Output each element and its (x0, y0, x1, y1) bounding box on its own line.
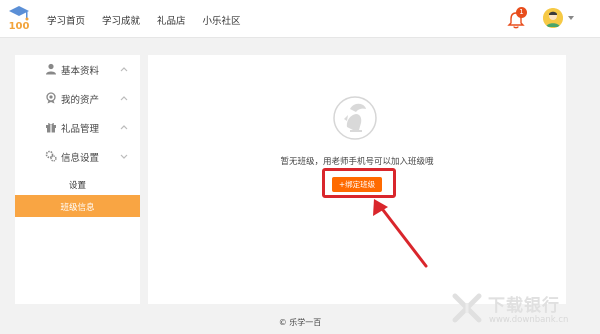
avatar-icon (543, 8, 563, 28)
gift-icon (46, 123, 56, 133)
chevron-up-icon (120, 67, 128, 72)
sidebar-item-gift-management[interactable]: 礼品管理 (15, 113, 140, 142)
empty-state-icon (333, 96, 377, 140)
watermark-title: 下载银行 (488, 296, 560, 316)
settings-icon (45, 150, 57, 162)
chevron-up-icon (120, 96, 128, 101)
top-header: 100 学习首页 学习成就 礼品店 小乐社区 1 (0, 0, 600, 38)
sidebar-item-label: 礼品管理 (61, 124, 100, 135)
sidebar-item-basic-info[interactable]: 基本资料 (15, 55, 140, 84)
sidebar: 基本资料 我的资产 礼品管理 信息设置 设置 班级信息 (15, 55, 140, 304)
main-panel: 暂无班级，用老师手机号可以加入班级哦 +绑定班级 (148, 55, 566, 304)
footer-text: 乐学一百 (289, 318, 322, 327)
sidebar-item-label: 基本资料 (61, 66, 100, 77)
user-icon (46, 63, 56, 75)
sidebar-subitem-class-info[interactable]: 班级信息 (15, 195, 140, 217)
nav-gift-shop[interactable]: 礼品店 (157, 13, 186, 27)
bind-class-button[interactable]: +绑定班级 (332, 177, 382, 192)
watermark: 下载银行 www.downbank.cn (452, 291, 596, 331)
sidebar-subitem-settings[interactable]: 设置 (15, 173, 140, 195)
empty-state-message: 暂无班级，用老师手机号可以加入班级哦 (280, 157, 434, 167)
nav-learning-achievements[interactable]: 学习成就 (102, 13, 140, 27)
main-nav: 学习首页 学习成就 礼品店 小乐社区 (47, 13, 241, 27)
watermark-logo-icon (452, 293, 482, 323)
sidebar-item-label: 我的资产 (61, 95, 100, 106)
asset-icon (46, 92, 56, 104)
chevron-down-icon (120, 154, 128, 159)
logo-icon[interactable]: 100 (6, 3, 32, 33)
logo-text: 100 (9, 21, 30, 32)
nav-community[interactable]: 小乐社区 (203, 13, 241, 27)
avatar[interactable] (543, 8, 563, 28)
watermark-url: www.downbank.cn (489, 315, 569, 325)
copyright-icon: © (278, 318, 287, 327)
sidebar-subitem-label: 班级信息 (60, 203, 95, 213)
notification-badge: 1 (516, 7, 527, 18)
chevron-up-icon (120, 125, 128, 130)
sidebar-item-info-settings[interactable]: 信息设置 (15, 142, 140, 171)
sidebar-item-my-assets[interactable]: 我的资产 (15, 84, 140, 113)
sidebar-subitem-label: 设置 (68, 181, 86, 191)
sidebar-item-label: 信息设置 (61, 153, 100, 164)
chevron-down-icon[interactable] (568, 16, 574, 20)
nav-learning-home[interactable]: 学习首页 (47, 13, 85, 27)
